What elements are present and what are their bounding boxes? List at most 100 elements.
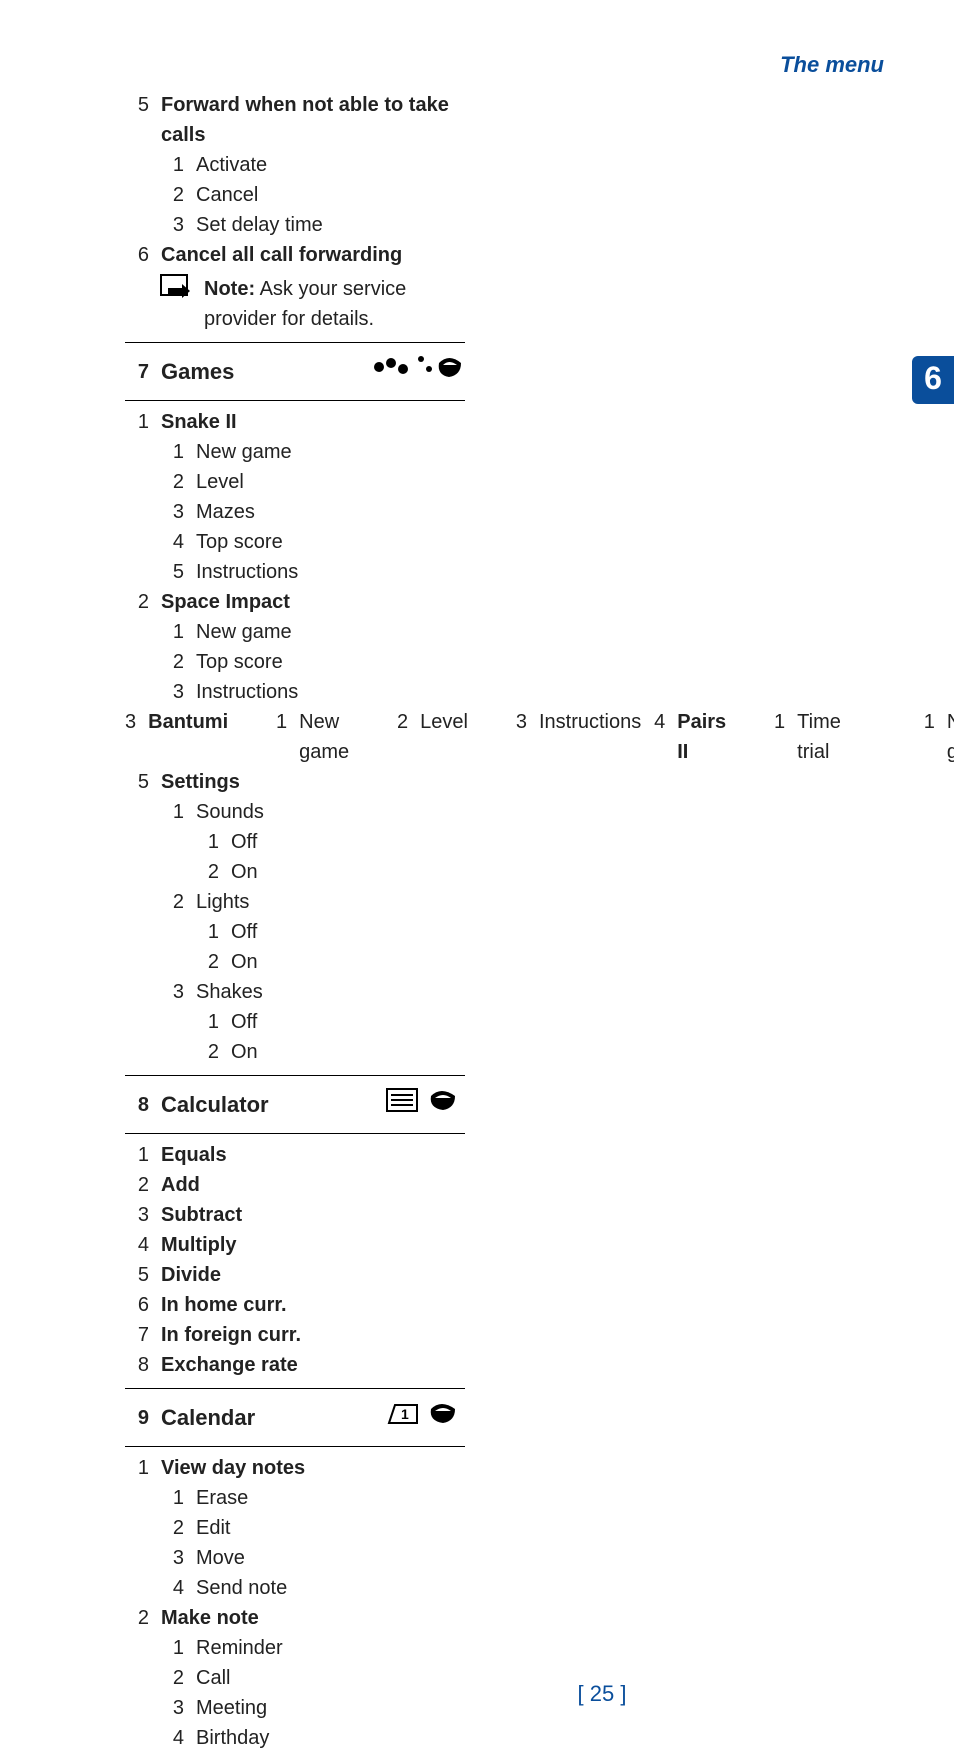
divider [125,1388,465,1389]
item-label: Shakes [196,977,465,1007]
item-label: Top score [196,527,465,557]
divider [125,1133,465,1134]
item-number: 1 [125,407,149,437]
item-label: Cancel [196,180,465,210]
list-item: 2 Add [125,1170,465,1200]
item-number: 3 [125,1200,149,1230]
list-item: 4Birthday [125,1723,465,1753]
item-label: Top score [196,647,465,677]
item-label: Instructions [196,557,465,587]
list-item: 1Erase [125,1483,465,1513]
item-label: Bantumi [148,707,228,767]
section-label: Calendar [161,1401,255,1434]
item-label: Pairs II [677,707,726,767]
item-number: 2 [160,1513,184,1543]
item-number: 2 [195,857,219,887]
list-item: 1Time trial [726,707,841,767]
list-item: 2On [125,947,465,977]
item-label: New game [947,707,954,767]
item-label: Subtract [161,1200,465,1230]
svg-text:1: 1 [401,1406,409,1422]
list-item: 7In foreign curr. [125,1320,465,1350]
item-label: Add [161,1170,465,1200]
item-number: 2 [160,180,184,210]
item-label: Level [420,707,468,767]
item-number: 3 [160,210,184,240]
item-label: In home curr. [161,1290,465,1320]
list-item: 6In home curr. [125,1290,465,1320]
item-number: 2 [125,1170,149,1200]
item-label: Off [231,1007,465,1037]
section-number: 7 [125,357,149,387]
item-number: 2 [125,1603,149,1633]
item-number: 3 [160,677,184,707]
list-item: 3Bantumi 1New game 2Level 3Instructions … [125,707,465,767]
list-item: 1Off [125,827,465,857]
item-number: 1 [160,1633,184,1663]
item-number: 4 [125,1230,149,1260]
item-number: 1 [911,707,935,767]
item-number: 5 [125,90,149,150]
item-label: Level [196,467,465,497]
divider [125,400,465,401]
item-number: 2 [160,887,184,917]
item-number: 6 [125,240,149,270]
list-item: 2Level [349,707,468,767]
item-label: New game [299,707,349,767]
list-item: 4Pairs II [641,707,726,767]
item-number: 2 [195,947,219,977]
item-number: 1 [195,1007,219,1037]
item-label: Make note [161,1603,465,1633]
list-item: 3Instructions [125,677,465,707]
list-item: 4 Top score [125,527,465,557]
item-number: 1 [160,797,184,827]
list-item: 2On [125,1037,465,1067]
item-number: 3 [125,707,136,767]
item-label: Forward when not able to take calls [161,90,465,150]
item-number: 1 [195,917,219,947]
section-games: 7 Games [125,349,465,392]
item-label: Settings [161,767,465,797]
list-item: 2Top score [125,647,465,677]
item-number: 4 [160,527,184,557]
item-label: Cancel all call forwarding [161,240,465,270]
divider [125,1446,465,1447]
list-item: 1New game [228,707,349,767]
list-item: 1Off [125,917,465,947]
item-label: Lights [196,887,465,917]
item-label: Divide [161,1260,465,1290]
item-number: 3 [503,707,527,767]
item-number: 4 [160,1723,184,1753]
note-block: Note: Ask your service provider for deta… [125,274,465,334]
divider [125,1075,465,1076]
item-label: Exchange rate [161,1350,465,1380]
item-number: 4 [641,707,665,767]
note-label: Note: [204,278,255,300]
item-number: 1 [761,707,785,767]
item-label: Instructions [539,707,641,767]
item-number: 5 [160,557,184,587]
item-number: 2 [160,467,184,497]
list-item: 2Edit [125,1513,465,1543]
item-number: 1 [160,437,184,467]
list-item: 8Exchange rate [125,1350,465,1380]
content-columns: 5 Forward when not able to take calls 1 … [125,90,845,1753]
list-item: 2Space Impact [125,587,465,617]
section-number: 8 [125,1090,149,1120]
item-number: 1 [195,827,219,857]
list-item: 3 Subtract [125,1200,465,1230]
item-label: Activate [196,150,465,180]
list-item: 3Instructions [468,707,641,767]
item-label: Snake II [161,407,465,437]
item-number: 2 [195,1037,219,1067]
list-item: 1Equals [125,1140,465,1170]
list-item: 1New game [125,617,465,647]
section-calendar: 9 Calendar 1 [125,1395,465,1438]
list-item: 2 Lights [125,887,465,917]
item-number: 2 [125,587,149,617]
item-number: 1 [263,707,287,767]
item-label: View day notes [161,1453,465,1483]
list-item: 3Move [125,1543,465,1573]
list-item: 1 Activate [125,150,465,180]
item-label: Sounds [196,797,465,827]
